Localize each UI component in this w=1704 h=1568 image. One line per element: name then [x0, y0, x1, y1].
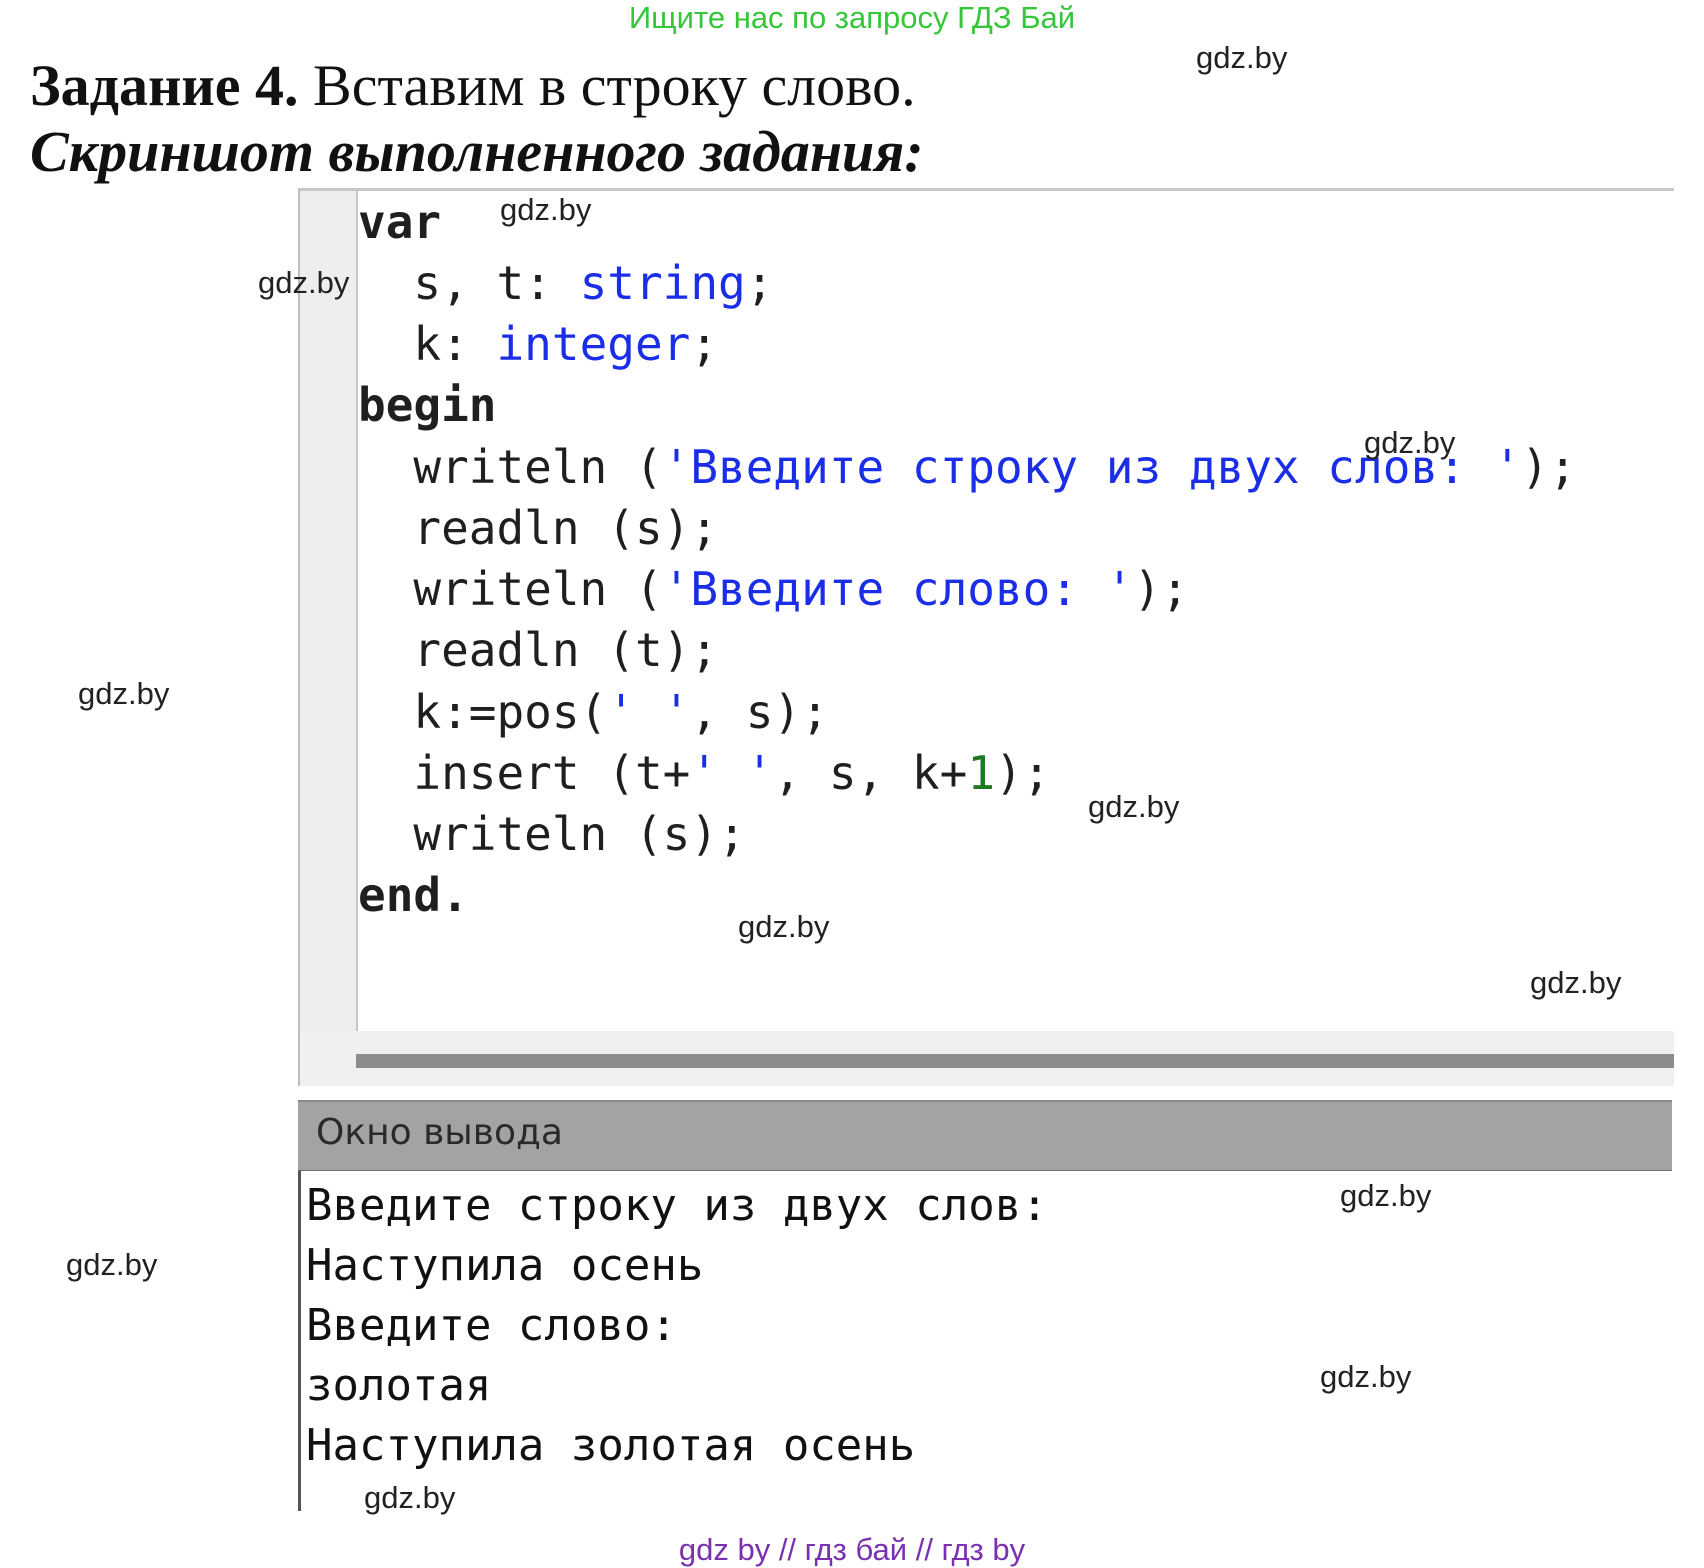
watermark: gdz.by — [364, 1480, 456, 1515]
output-line: Наступила осень — [306, 1240, 704, 1291]
code-line-8: readln (t); — [358, 623, 719, 677]
code-line-12: end. — [358, 868, 469, 922]
code-line-1: var — [358, 195, 442, 249]
output-line: золотая — [306, 1360, 492, 1411]
watermark: gdz.by — [1088, 789, 1180, 824]
task-number: Задание 4. — [30, 53, 299, 118]
code-line-9: k:=pos(' ', s); — [358, 685, 829, 739]
code-line-10: insert (t+' ', s, k+1); — [358, 746, 1051, 800]
watermark: gdz.by — [258, 265, 350, 300]
code-line-3: k: integer; — [358, 317, 719, 371]
editor-gutter — [300, 191, 358, 1031]
watermark: gdz.by — [78, 676, 170, 711]
horizontal-scroll-area[interactable] — [300, 1031, 1674, 1086]
output-line: Наступила золотая осень — [306, 1420, 916, 1471]
top-banner: Ищите нас по запросу ГДЗ Бай — [628, 0, 1076, 35]
output-window-header: Окно вывода — [298, 1100, 1672, 1173]
screenshot-caption: Скриншот выполненного задания: — [30, 119, 924, 184]
output-line: Введите строку из двух слов: — [306, 1180, 1048, 1231]
watermark: gdz.by — [1196, 40, 1288, 75]
task-heading: Задание 4. Вставим в строку слово. — [30, 52, 916, 119]
watermark: gdz.by — [1320, 1359, 1412, 1394]
watermark: gdz.by — [738, 909, 830, 944]
code-line-2: s, t: string; — [358, 256, 774, 310]
output-window-title: Окно вывода — [316, 1112, 563, 1153]
bottom-banner: gdz by // гдз бай // гдз by — [678, 1532, 1026, 1567]
code-line-7: writeln ('Введите слово: '); — [358, 562, 1189, 616]
code-line-6: readln (s); — [358, 501, 719, 555]
code-line-4: begin — [358, 378, 497, 432]
watermark: gdz.by — [500, 192, 592, 227]
output-line: Введите слово: — [306, 1300, 677, 1351]
watermark: gdz.by — [1530, 965, 1622, 1000]
horizontal-scrollbar[interactable] — [356, 1054, 1674, 1068]
watermark: gdz.by — [1364, 425, 1456, 460]
code-line-11: writeln (s); — [358, 807, 746, 861]
task-title: Вставим в строку слово. — [298, 53, 916, 118]
watermark: gdz.by — [66, 1247, 158, 1282]
watermark: gdz.by — [1340, 1178, 1432, 1213]
